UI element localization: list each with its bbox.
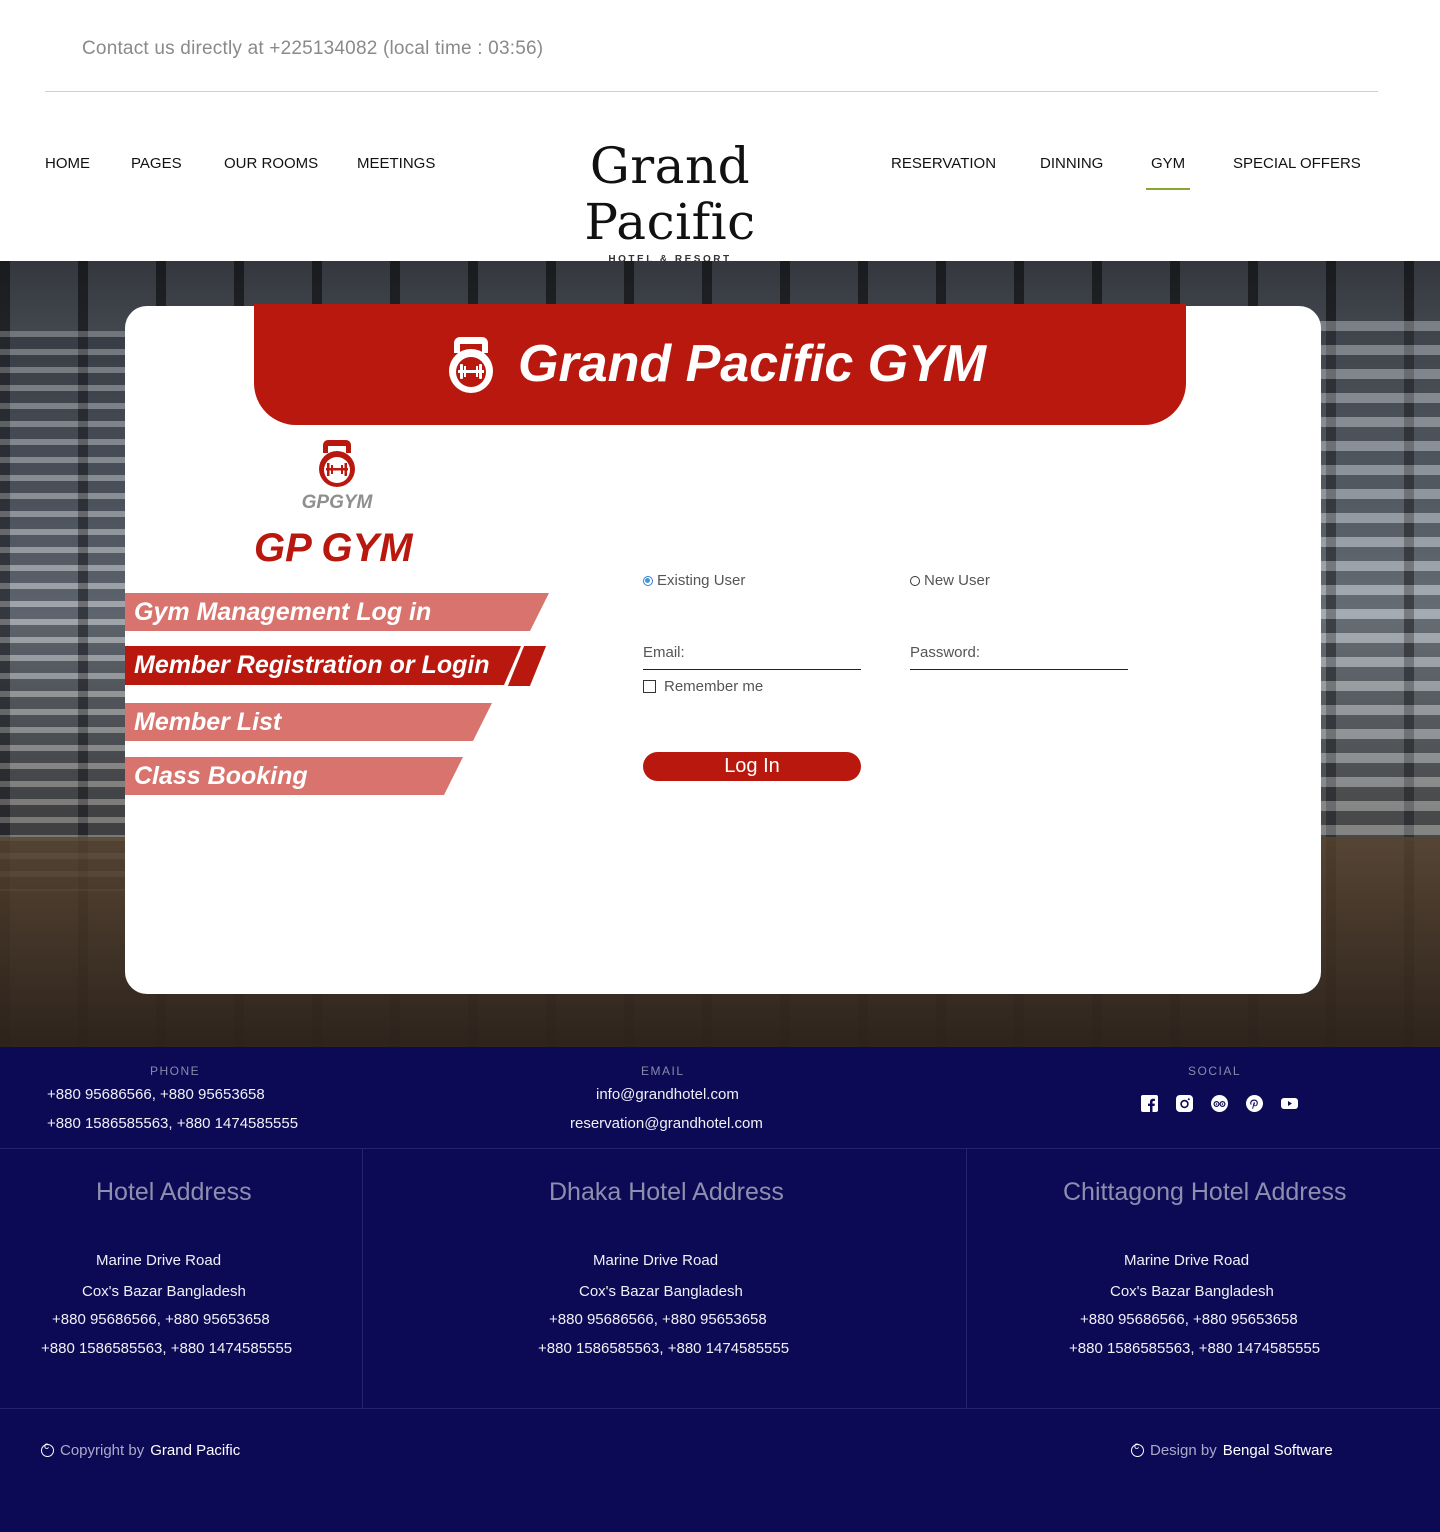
address-title: Chittagong Hotel Address (1063, 1178, 1347, 1206)
email-line-1[interactable]: info@grandhotel.com (596, 1086, 739, 1103)
password-input[interactable] (984, 644, 1125, 661)
copyright-prefix: Copyright by (60, 1442, 145, 1459)
contact-info: Contact us directly at +225134082 (local… (82, 38, 544, 59)
gym-banner-title: Grand Pacific GYM (518, 335, 987, 393)
copyright-icon (1131, 1441, 1144, 1457)
brand-logo[interactable]: Grand Pacific HOTEL & RESORT (505, 138, 835, 265)
nav-gym[interactable]: GYM (1145, 155, 1191, 190)
social-links (1141, 1095, 1298, 1112)
tripadvisor-icon[interactable] (1211, 1095, 1228, 1112)
email-label-footer: EMAIL (641, 1064, 685, 1078)
menu-gym-management-login[interactable]: Gym Management Log in (125, 593, 549, 631)
facebook-icon[interactable] (1141, 1095, 1158, 1112)
radio-new-user[interactable]: New User (910, 572, 990, 589)
copyright: Copyright by Grand Pacific (41, 1441, 240, 1459)
address-phone: +880 95686566, +880 95653658 (52, 1311, 270, 1328)
address-phone: +880 1586585563, +880 1474585555 (1069, 1340, 1321, 1357)
copyright-name[interactable]: Grand Pacific (150, 1442, 240, 1459)
email-label: Email: (643, 644, 685, 661)
brand-title: Grand Pacific (584, 137, 756, 251)
gpgym-logo-text: GPGYM (301, 492, 373, 513)
address-line: Cox's Bazar Bangladesh (579, 1283, 743, 1300)
nav-special-offers[interactable]: SPECIAL OFFERS (1233, 155, 1361, 172)
youtube-icon[interactable] (1281, 1095, 1298, 1112)
menu-member-list[interactable]: Member List (125, 703, 492, 741)
gym-title: GP GYM (254, 526, 413, 570)
password-field[interactable]: Password: (910, 642, 1128, 670)
address-line: Marine Drive Road (593, 1252, 719, 1269)
nav-reservation[interactable]: RESERVATION (891, 155, 996, 172)
footer-column-divider (966, 1148, 967, 1408)
address-phone: +880 95686566, +880 95653658 (549, 1311, 767, 1328)
menu-member-registration-login[interactable]: Member Registration or Login (125, 646, 521, 685)
gpgym-logo-icon (319, 440, 355, 487)
login-button[interactable]: Log In (643, 752, 861, 781)
footer-divider-top (0, 1148, 1440, 1149)
address-line: Cox's Bazar Bangladesh (82, 1283, 246, 1300)
nav-meetings[interactable]: MEETINGS (357, 155, 435, 172)
address-phone: +880 95686566, +880 95653658 (1080, 1311, 1298, 1328)
social-label: SOCIAL (1188, 1064, 1242, 1078)
radio-new-label: New User (924, 572, 990, 589)
email-input[interactable] (688, 644, 829, 661)
email-field[interactable]: Email: (643, 642, 861, 670)
top-divider (45, 91, 1378, 92)
address-line: Marine Drive Road (96, 1252, 222, 1269)
address-phone: +880 1586585563, +880 1474585555 (41, 1340, 293, 1357)
phone-line-2: +880 1586585563, +880 1474585555 (47, 1115, 299, 1132)
design-prefix: Design by (1150, 1442, 1217, 1459)
pinterest-icon[interactable] (1246, 1095, 1263, 1112)
design-credit: Design by Bengal Software (1131, 1441, 1333, 1459)
instagram-icon[interactable] (1176, 1095, 1193, 1112)
nav-home[interactable]: HOME (45, 155, 90, 172)
design-name[interactable]: Bengal Software (1223, 1442, 1333, 1459)
kettlebell-icon (449, 337, 493, 393)
address-line: Marine Drive Road (1124, 1252, 1250, 1269)
remember-label: Remember me (664, 678, 764, 695)
footer: PHONE +880 95686566, +880 95653658 +880 … (0, 1047, 1440, 1532)
radio-existing-user[interactable]: Existing User (643, 572, 745, 589)
address-title: Dhaka Hotel Address (549, 1178, 784, 1206)
menu-class-booking[interactable]: Class Booking (125, 757, 463, 795)
password-label: Password: (910, 644, 981, 661)
nav-our-rooms[interactable]: OUR ROOMS (224, 155, 318, 172)
footer-divider-bottom (0, 1408, 1440, 1409)
remember-me[interactable]: Remember me (643, 678, 763, 695)
radio-existing-label: Existing User (657, 572, 746, 589)
footer-column-divider (362, 1148, 363, 1408)
phone-line-1: +880 95686566, +880 95653658 (47, 1086, 265, 1103)
phone-label: PHONE (150, 1064, 201, 1078)
address-title: Hotel Address (96, 1178, 252, 1206)
remember-checkbox[interactable] (643, 680, 656, 693)
radio-checked-icon[interactable] (643, 575, 653, 586)
nav-pages[interactable]: PAGES (131, 155, 182, 172)
address-line: Cox's Bazar Bangladesh (1110, 1283, 1274, 1300)
nav-dinning[interactable]: DINNING (1040, 155, 1103, 172)
address-phone: +880 1586585563, +880 1474585555 (538, 1340, 790, 1357)
radio-unchecked-icon[interactable] (910, 575, 920, 586)
copyright-icon (41, 1441, 54, 1457)
email-line-2[interactable]: reservation@grandhotel.com (570, 1115, 763, 1132)
